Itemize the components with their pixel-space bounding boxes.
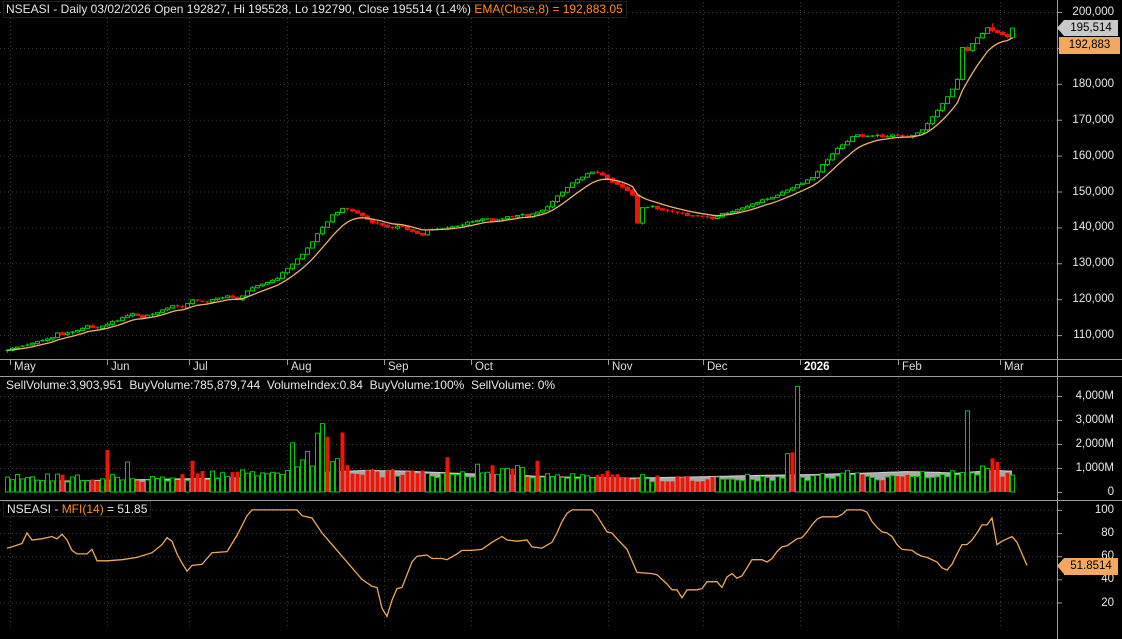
mfi-title-value: = 51.85 [104,502,148,516]
x-axis-label-2026: 2026 [804,361,830,374]
price-pane-title: NSEASI - Daily 03/02/2026 Open 192827, H… [3,1,627,18]
volume-axis-label: 1,000M [1062,462,1114,474]
x-axis-label-jun: Jun [111,361,130,374]
last-price-tag-value: 195,514 [1070,22,1112,34]
tag-arrow-icon [1057,558,1064,574]
volume-pane-title: SellVolume:3,903,951 BuyVolume:785,879,7… [3,378,558,392]
mfi-axis-label: 40 [1062,573,1114,585]
ema-value-tag: 192,883 [1059,37,1120,54]
mfi-title-symbol: NSEASI - [7,502,62,516]
price-axis-label: 150,000 [1062,186,1114,198]
chart-canvas[interactable] [0,0,1122,639]
mfi-value-tag: 51.8514 [1064,558,1118,575]
mfi-pane-title: NSEASI - MFI(14) = 51.85 [3,501,151,517]
volume-axis-label: 0 [1062,486,1114,498]
x-axis-label-oct: Oct [475,361,493,374]
volume-axis-label: 3,000M [1062,414,1114,426]
mfi-tag-value: 51.8514 [1070,560,1112,572]
price-axis-label: 120,000 [1062,293,1114,305]
price-axis-label: 130,000 [1062,257,1114,269]
volume-axis-label: 4,000M [1062,390,1114,402]
x-axis-label-nov: Nov [612,361,632,374]
mfi-axis-label: 100 [1062,504,1114,516]
price-title-ema-text: EMA(Close,8) = 192,883.05 [474,2,622,16]
price-title-text: NSEASI - Daily 03/02/2026 Open 192827, H… [6,2,474,16]
charting-app-window: NSEASI - Daily 03/02/2026 Open 192827, H… [0,0,1122,639]
x-axis-label-feb: Feb [902,361,922,374]
x-axis-label-may: May [14,361,36,374]
price-axis-label: 170,000 [1062,114,1114,126]
x-axis-label-mar: Mar [1004,361,1024,374]
tag-arrow-icon [1057,20,1064,36]
ema-tag-value: 192,883 [1069,39,1111,51]
price-axis-label: 180,000 [1062,78,1114,90]
price-axis-label: 160,000 [1062,150,1114,162]
price-axis-label: 200,000 [1062,6,1114,18]
mfi-title-indicator: MFI(14) [62,502,104,516]
last-price-tag: 195,514 [1064,20,1118,36]
x-axis-label-jul: Jul [193,361,208,374]
volume-axis-label: 2,000M [1062,438,1114,450]
x-axis-label-sep: Sep [388,361,408,374]
x-axis-label-dec: Dec [707,361,727,374]
x-axis-label-aug: Aug [291,361,311,374]
price-axis-label: 140,000 [1062,221,1114,233]
mfi-axis-label: 80 [1062,527,1114,539]
mfi-axis-label: 20 [1062,597,1114,609]
price-axis-label: 110,000 [1062,329,1114,341]
